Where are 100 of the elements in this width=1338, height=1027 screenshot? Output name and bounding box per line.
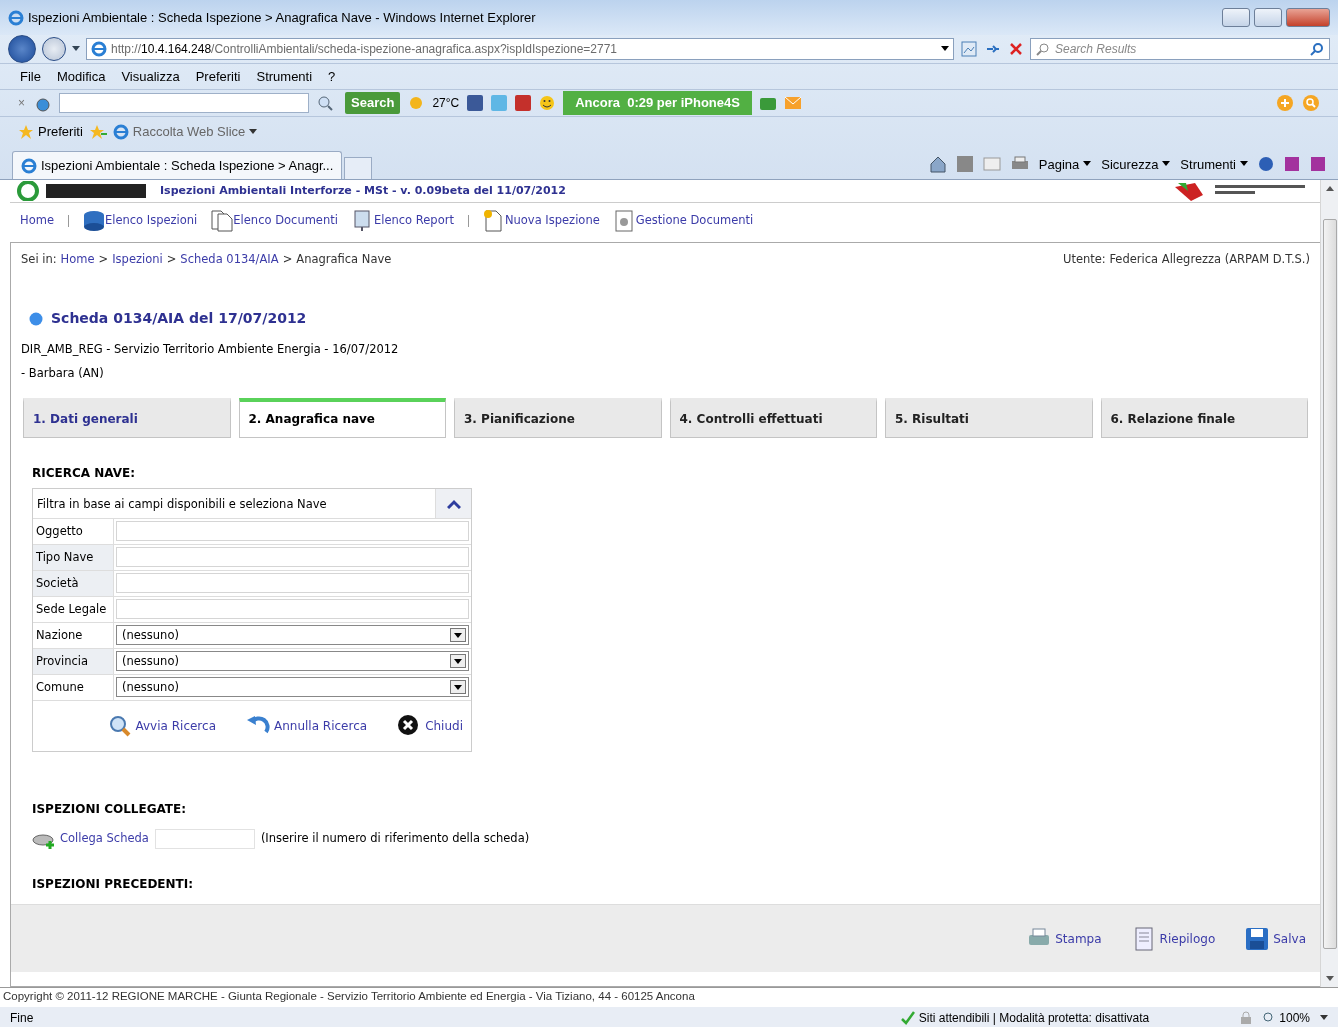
breadcrumb-label: Sei in: bbox=[21, 251, 57, 268]
breadcrumb-link[interactable]: Ispezioni bbox=[112, 251, 163, 269]
dropdown-arrow-icon bbox=[1083, 161, 1092, 168]
input-field[interactable] bbox=[116, 547, 469, 568]
action-button[interactable]: Annulla Ricerca bbox=[246, 714, 368, 739]
command-menu[interactable]: Strumenti bbox=[1180, 154, 1248, 174]
breadcrumb-separator: > bbox=[98, 251, 109, 268]
address-field[interactable]: http://10.4.164.248/ControlliAmbientali/scheda-ispezione-anagrafica.aspx?ispIdIspezione=2771 bbox=[86, 38, 954, 60]
dropdown-arrow-icon bbox=[454, 684, 462, 690]
page-icon bbox=[112, 124, 129, 140]
new-document-icon bbox=[482, 209, 505, 232]
breadcrumb-separator: > bbox=[166, 251, 177, 268]
minimize-button[interactable] bbox=[1222, 8, 1250, 27]
input-field[interactable] bbox=[116, 599, 469, 620]
footer-button[interactable]: Salva bbox=[1245, 926, 1306, 951]
favorites-button[interactable]: Preferiti bbox=[18, 122, 83, 142]
window-title: Ispezioni Ambientale : Scheda Ispezione > Anagrafica Nave - Windows Internet Explorer bbox=[28, 8, 536, 27]
back-button[interactable] bbox=[8, 35, 36, 63]
hint-text: (Inserire il numero di riferimento della scheda) bbox=[260, 829, 530, 847]
search-icon bbox=[107, 714, 132, 739]
home-icon[interactable] bbox=[928, 155, 947, 174]
dropdown-arrow-icon[interactable] bbox=[941, 46, 949, 52]
scrollbar[interactable] bbox=[1320, 180, 1338, 987]
forward-button[interactable] bbox=[42, 37, 66, 61]
smiley-icon[interactable] bbox=[539, 95, 556, 111]
command-menu[interactable]: Sicurezza bbox=[1101, 154, 1171, 174]
menu-item[interactable]: ? bbox=[328, 66, 336, 87]
dropdown-arrow-icon bbox=[249, 129, 258, 135]
close-toolbar-button[interactable]: × bbox=[18, 94, 25, 112]
dropdown-arrow-icon[interactable] bbox=[1320, 1015, 1328, 1021]
document-icon bbox=[211, 209, 234, 232]
menu-item[interactable]: Preferiti bbox=[195, 66, 241, 87]
nav-link[interactable]: Elenco Report bbox=[351, 209, 454, 232]
search-icon[interactable] bbox=[1310, 42, 1324, 56]
weather-icon bbox=[408, 95, 425, 111]
toolbar-search-field[interactable] bbox=[59, 93, 309, 113]
chevron-up-icon bbox=[446, 498, 461, 509]
close-button[interactable] bbox=[1286, 8, 1330, 27]
menu-item[interactable]: Strumenti bbox=[256, 66, 313, 87]
star-icon bbox=[18, 124, 34, 140]
field-label: Provincia bbox=[33, 649, 113, 675]
browser-icon bbox=[8, 9, 24, 26]
section-heading: ISPEZIONI PRECEDENTI: bbox=[32, 876, 195, 891]
dropdown-arrow-icon bbox=[1162, 161, 1171, 168]
link-button[interactable]: Collega Scheda bbox=[32, 828, 149, 849]
action-button[interactable]: Avvia Ricerca bbox=[107, 714, 216, 739]
search-field[interactable]: Search Results bbox=[1030, 38, 1330, 60]
input-field[interactable] bbox=[116, 521, 469, 542]
copyright-text: Copyright © 2011-12 REGIONE MARCHE - Giunta Regionale - Servizio Territorio Ambiente ed Energia - Via Tiziano, 44 - 60125 Ancona bbox=[0, 987, 1338, 1007]
database-icon bbox=[82, 209, 105, 232]
maximize-button[interactable] bbox=[1254, 8, 1282, 27]
breadcrumb-link[interactable]: Home bbox=[60, 251, 95, 269]
command-menu[interactable]: Pagina bbox=[1038, 154, 1092, 174]
settings-document-icon bbox=[613, 209, 636, 232]
field-label: Società bbox=[33, 571, 113, 597]
lock-icon[interactable] bbox=[1239, 1011, 1254, 1025]
nav-link[interactable]: Gestione Documenti bbox=[613, 209, 754, 232]
section-heading: RICERCA NAVE: bbox=[32, 465, 137, 481]
nav-link[interactable]: Home bbox=[20, 211, 54, 230]
add-favorite-icon[interactable] bbox=[88, 124, 107, 140]
record-details: DIR_AMB_REG - Servizio Territorio Ambiente Energia - 16/07/2012 bbox=[21, 341, 400, 359]
nav-link[interactable]: Elenco Documenti bbox=[211, 209, 338, 232]
stop-icon[interactable] bbox=[1008, 41, 1024, 57]
security-zone-text: Siti attendibili | Modalità protetta: disattivata bbox=[918, 1010, 1150, 1027]
step-tab[interactable]: 5. Risultati bbox=[885, 397, 1093, 438]
plus-icon[interactable] bbox=[1276, 94, 1294, 112]
checkmark-icon bbox=[900, 1011, 915, 1025]
menu-item[interactable]: Visualizza bbox=[121, 66, 180, 87]
dropdown-arrow-icon bbox=[454, 632, 462, 638]
nav-link[interactable]: Nuova Ispezione bbox=[482, 209, 600, 232]
search-button[interactable]: Search bbox=[345, 92, 401, 114]
step-tab[interactable]: 2. Anagrafica nave bbox=[238, 397, 446, 438]
menu-item[interactable]: File bbox=[20, 66, 41, 87]
dropdown-arrow-icon[interactable] bbox=[72, 46, 80, 52]
footer-button[interactable]: Riepilogo bbox=[1131, 926, 1216, 951]
action-button[interactable]: Chiudi bbox=[397, 714, 463, 739]
temperature-text: 27°C bbox=[432, 95, 460, 112]
nav-link[interactable]: Elenco Ispezioni bbox=[82, 209, 198, 232]
step-tab[interactable]: 6. Relazione finale bbox=[1100, 397, 1308, 438]
web-slice-button[interactable]: Raccolta Web Slice bbox=[112, 122, 258, 142]
dropdown-field[interactable]: (nessuno) bbox=[116, 651, 469, 672]
menu-item[interactable]: Modifica bbox=[56, 66, 106, 87]
zoom-button[interactable]: 100% bbox=[1263, 1009, 1310, 1027]
compatibility-icon[interactable] bbox=[960, 40, 978, 58]
step-tab[interactable]: 1. Dati generali bbox=[23, 397, 231, 438]
footer-button[interactable]: Stampa bbox=[1027, 926, 1102, 951]
input-field[interactable] bbox=[116, 573, 469, 594]
new-tab-button[interactable] bbox=[344, 157, 373, 179]
dropdown-field[interactable]: (nessuno) bbox=[116, 625, 469, 646]
scroll-up-icon bbox=[1325, 186, 1334, 191]
dropdown-field[interactable]: (nessuno) bbox=[116, 677, 469, 698]
collapse-toggle[interactable] bbox=[435, 489, 471, 519]
step-tab[interactable]: 4. Controlli effettuati bbox=[669, 397, 877, 438]
page-icon bbox=[91, 41, 107, 57]
step-tab[interactable]: 3. Pianificazione bbox=[454, 397, 662, 438]
breadcrumb-link[interactable]: Scheda 0134/AIA bbox=[180, 251, 279, 269]
filter-caption: Filtra in base ai campi disponibili e seleziona Nave bbox=[36, 496, 328, 514]
search-icon bbox=[1036, 42, 1050, 56]
browser-tab[interactable]: Ispezioni Ambientale : Scheda Ispezione > Anagr... bbox=[12, 151, 343, 179]
input-field[interactable] bbox=[154, 828, 255, 849]
